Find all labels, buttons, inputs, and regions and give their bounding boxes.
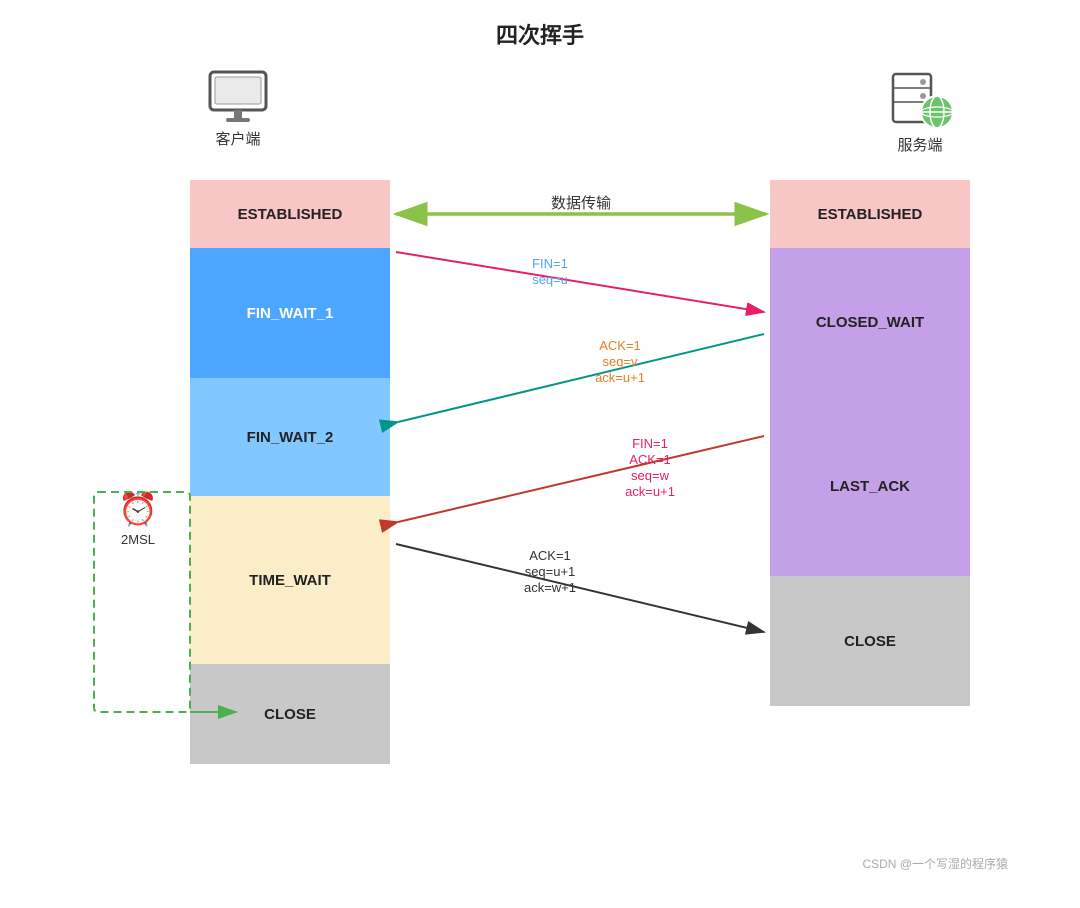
svg-text:seq=v: seq=v bbox=[602, 354, 638, 369]
server-svg-icon bbox=[885, 70, 955, 130]
clock-icon: ⏰ bbox=[88, 490, 188, 528]
state-fin-wait-1: FIN_WAIT_1 bbox=[190, 248, 390, 378]
svg-text:ACK=1: ACK=1 bbox=[529, 548, 571, 563]
main-area: 客户端 服务端 ESTABLISHED bbox=[60, 60, 1020, 880]
state-time-wait: TIME_WAIT bbox=[190, 496, 390, 664]
state-fin-wait-2: FIN_WAIT_2 bbox=[190, 378, 390, 496]
server-label: 服务端 bbox=[880, 134, 960, 155]
client-label: 客户端 bbox=[198, 128, 278, 149]
svg-text:FIN=1: FIN=1 bbox=[532, 256, 568, 271]
data-transfer-label: 数据传输 bbox=[551, 195, 611, 212]
svg-text:ack=u+1: ack=u+1 bbox=[625, 484, 675, 499]
timer-label: 2MSL bbox=[88, 532, 188, 547]
state-established-left: ESTABLISHED bbox=[190, 180, 390, 248]
page-title: 四次挥手 bbox=[496, 18, 584, 50]
svg-text:ACK=1: ACK=1 bbox=[599, 338, 641, 353]
server-icon: 服务端 bbox=[880, 70, 960, 155]
state-closed-wait: CLOSED_WAIT bbox=[770, 248, 970, 396]
monitor-svg bbox=[206, 70, 270, 124]
diagram-container: 四次挥手 客户端 bbox=[0, 0, 1080, 908]
watermark: CSDN @一个写湿的程序猿 bbox=[862, 855, 1008, 872]
svg-text:seq=w: seq=w bbox=[631, 468, 670, 483]
svg-text:ACK=1: ACK=1 bbox=[629, 452, 671, 467]
state-last-ack: LAST_ACK bbox=[770, 396, 970, 576]
timer-area: ⏰ 2MSL bbox=[88, 490, 188, 547]
svg-text:seq=u: seq=u bbox=[532, 272, 568, 287]
client-icon: 客户端 bbox=[198, 70, 278, 149]
svg-text:seq=u+1: seq=u+1 bbox=[525, 564, 576, 579]
svg-text:ack=u+1: ack=u+1 bbox=[595, 370, 645, 385]
state-close-right: CLOSE bbox=[770, 576, 970, 706]
state-established-right: ESTABLISHED bbox=[770, 180, 970, 248]
state-close-left: CLOSE bbox=[190, 664, 390, 764]
svg-text:ack=w+1: ack=w+1 bbox=[524, 580, 576, 595]
svg-text:FIN=1: FIN=1 bbox=[632, 436, 668, 451]
